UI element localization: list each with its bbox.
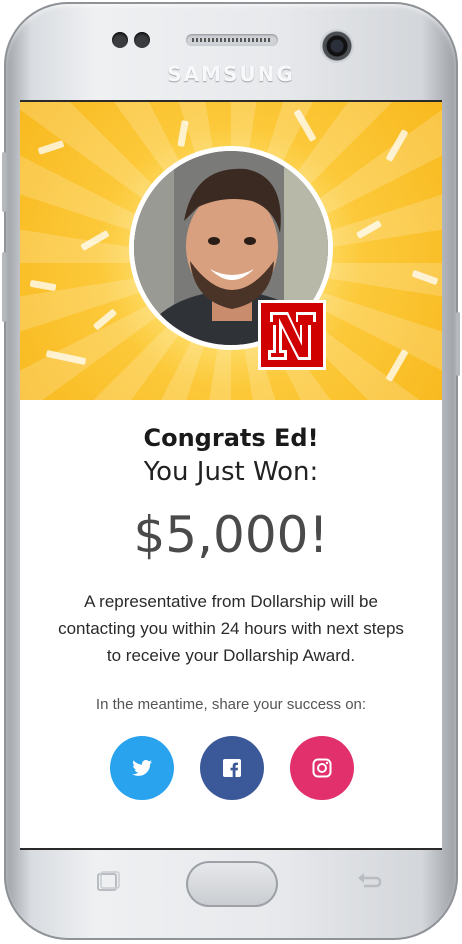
twitter-share-button[interactable] xyxy=(110,736,174,800)
award-amount: $5,000! xyxy=(133,506,329,564)
sensor-dot xyxy=(112,32,128,48)
power-button xyxy=(456,312,460,376)
back-icon[interactable] xyxy=(354,870,384,894)
instagram-share-button[interactable] xyxy=(290,736,354,800)
bixby-button xyxy=(2,252,6,322)
screen: Congrats Ed! You Just Won: $5,000! A rep… xyxy=(20,100,442,850)
volume-button xyxy=(2,152,6,212)
twitter-icon xyxy=(132,760,152,776)
sensor-dot xyxy=(134,32,150,48)
home-button[interactable] xyxy=(186,861,278,907)
front-camera xyxy=(320,29,354,63)
celebration-banner xyxy=(20,102,442,400)
facebook-icon xyxy=(223,759,241,777)
facebook-share-button[interactable] xyxy=(200,736,264,800)
school-logo-icon xyxy=(258,300,326,370)
brand-logo: SAMSUNG xyxy=(167,62,295,86)
award-message: A representative from Dollarship will be… xyxy=(58,592,404,665)
share-prompt: In the meantime, share your success on: xyxy=(95,696,367,713)
recent-apps-icon[interactable] xyxy=(92,870,122,894)
earpiece-speaker xyxy=(186,34,278,46)
greeting-heading: Congrats Ed! xyxy=(143,424,319,452)
win-headline: You Just Won: xyxy=(143,457,319,487)
instagram-icon xyxy=(312,758,332,778)
